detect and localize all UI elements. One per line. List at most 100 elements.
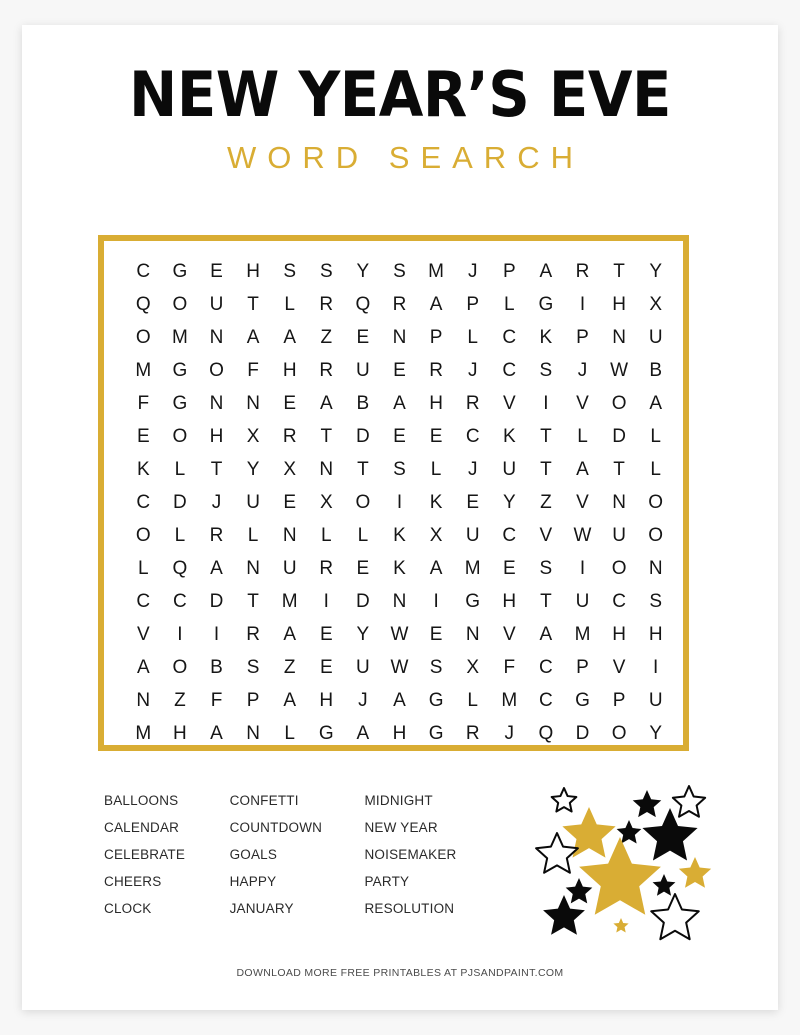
grid-cell: A bbox=[393, 393, 406, 414]
grid-cell: O bbox=[355, 492, 371, 513]
grid-cell: O bbox=[135, 327, 151, 348]
grid-cell: A bbox=[210, 558, 223, 579]
grid-cell: C bbox=[465, 426, 480, 447]
word-list: BALLOONS CALENDAR CELEBRATE CHEERS CLOCK CONF… bbox=[104, 787, 504, 922]
grid-cell: E bbox=[393, 360, 406, 381]
grid-cell: C bbox=[502, 360, 517, 381]
grid-cell: J bbox=[577, 360, 588, 381]
grid-cell: S bbox=[283, 261, 297, 282]
grid-cell: R bbox=[465, 723, 480, 744]
grid-cell: A bbox=[429, 294, 443, 315]
grid-cell: R bbox=[282, 426, 297, 447]
grid-cell: L bbox=[577, 426, 588, 447]
grid-cell: C bbox=[136, 591, 151, 612]
grid-cell: L bbox=[467, 690, 478, 711]
grid-cell: R bbox=[209, 525, 224, 546]
grid-cell: P bbox=[576, 657, 589, 678]
grid-cell: K bbox=[502, 426, 516, 447]
grid-cell: J bbox=[358, 690, 368, 711]
grid-cell: E bbox=[283, 492, 297, 513]
grid-cell: I bbox=[396, 492, 403, 513]
grid-cell: E bbox=[136, 426, 150, 447]
grid-cell: L bbox=[174, 525, 186, 546]
grid-cell: O bbox=[172, 294, 188, 315]
grid-cell: E bbox=[319, 657, 333, 678]
grid-cell: K bbox=[136, 459, 150, 480]
grid-cell: A bbox=[649, 393, 663, 414]
grid-cell: N bbox=[319, 459, 334, 480]
grid-cell: J bbox=[467, 459, 478, 480]
grid-cell: N bbox=[246, 558, 260, 579]
grid-cell: E bbox=[393, 426, 406, 447]
grid-cell: B bbox=[649, 360, 663, 381]
grid-cell: E bbox=[210, 261, 223, 282]
grid-cell: P bbox=[466, 294, 480, 315]
word-list-item: GOALS bbox=[229, 847, 278, 862]
grid-cell: A bbox=[539, 261, 553, 282]
grid-cell: U bbox=[648, 690, 663, 711]
grid-cell: V bbox=[539, 525, 553, 546]
grid-cell: O bbox=[611, 558, 627, 579]
footer-text: DOWNLOAD MORE FREE PRINTABLES AT PJSANDP… bbox=[236, 967, 564, 979]
grid-cell: N bbox=[209, 393, 224, 414]
word-list-item: RESOLUTION bbox=[364, 901, 455, 916]
grid-cell: G bbox=[318, 723, 334, 744]
word-list-column: MIDNIGHT NEW YEAR NOISEMAKER PARTY RESOLUTIO… bbox=[364, 787, 504, 922]
grid-cell: M bbox=[171, 327, 188, 348]
grid-cell: S bbox=[246, 657, 260, 678]
star-outline bbox=[550, 787, 578, 813]
grid-cell: G bbox=[428, 690, 444, 711]
word-search-frame: CGEHSSYSMJPARTYQOUTLRQRAPLGIHXOMNAAZENPL… bbox=[98, 235, 689, 751]
grid-cell: T bbox=[540, 426, 552, 447]
grid-cell: Q bbox=[172, 558, 188, 579]
grid-cell: U bbox=[648, 327, 663, 348]
word-list-item: HAPPY bbox=[229, 874, 277, 889]
grid-cell: V bbox=[576, 393, 589, 414]
grid-cell: L bbox=[174, 459, 186, 480]
grid-cell: H bbox=[282, 360, 297, 381]
stars-svg bbox=[535, 785, 712, 941]
grid-cell: T bbox=[540, 591, 552, 612]
grid-cell: E bbox=[429, 426, 443, 447]
title-block: NEW YEAR’S EVE WORD SEARCH bbox=[22, 61, 778, 175]
grid-cell: T bbox=[357, 459, 369, 480]
star-outline bbox=[671, 785, 707, 818]
grid-cell: E bbox=[356, 558, 370, 579]
grid-cell: N bbox=[465, 624, 480, 645]
grid-cell: R bbox=[429, 360, 443, 381]
grid-cell: I bbox=[177, 624, 183, 645]
grid-cell: F bbox=[247, 360, 259, 381]
grid-cell: K bbox=[539, 327, 553, 348]
grid-cell: P bbox=[246, 690, 260, 711]
grid-cell: M bbox=[135, 360, 152, 381]
word-list-item: JANUARY bbox=[229, 901, 294, 916]
grid-cell: Y bbox=[649, 261, 663, 282]
grid-cell: H bbox=[429, 393, 443, 414]
star-black bbox=[543, 895, 585, 935]
word-list-item: NEW YEAR bbox=[364, 820, 438, 835]
grid-cell: H bbox=[502, 591, 517, 612]
grid-cell: K bbox=[429, 492, 443, 513]
grid-cell: U bbox=[246, 492, 260, 513]
grid-cell: X bbox=[429, 525, 443, 546]
grid-cell: E bbox=[283, 393, 297, 414]
grid-cell: R bbox=[246, 624, 260, 645]
grid-cell: L bbox=[321, 525, 332, 546]
grid-cell: Z bbox=[320, 327, 333, 348]
grid-cell: O bbox=[172, 426, 188, 447]
grid-cell: T bbox=[613, 261, 625, 282]
word-list-item: COUNTDOWN bbox=[229, 820, 323, 835]
grid-cell: I bbox=[579, 558, 586, 579]
grid-cell: I bbox=[213, 624, 220, 645]
grid-cell: G bbox=[465, 591, 481, 612]
printable-page: NEW YEAR’S EVE WORD SEARCH CGEHSSYSMJPAR… bbox=[22, 25, 778, 1010]
grid-cell: S bbox=[393, 261, 406, 282]
grid-cell: L bbox=[138, 558, 149, 579]
grid-cell: V bbox=[612, 657, 626, 678]
grid-cell: A bbox=[136, 657, 150, 678]
grid-cell: A bbox=[393, 690, 406, 711]
grid-cell: L bbox=[284, 294, 295, 315]
grid-cell: S bbox=[429, 657, 443, 678]
grid-cell: R bbox=[319, 558, 334, 579]
grid-cell: Y bbox=[502, 492, 516, 513]
